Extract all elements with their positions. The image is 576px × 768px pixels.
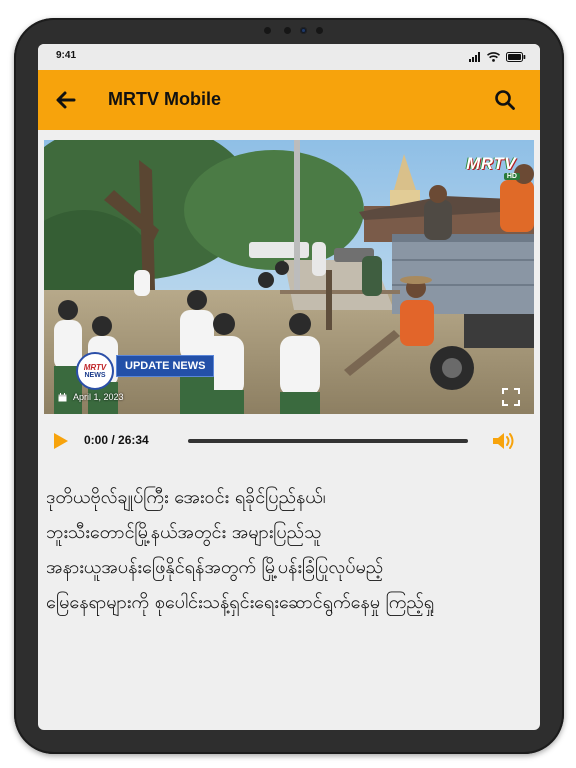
search-button[interactable] — [492, 87, 518, 113]
app-title: MRTV Mobile — [108, 89, 221, 109]
play-icon — [54, 433, 68, 449]
play-button[interactable] — [52, 432, 70, 450]
cellular-signal-icon — [469, 52, 480, 62]
video-date-text: April 1, 2023 — [73, 392, 124, 402]
back-button[interactable] — [52, 86, 80, 114]
battery-icon — [506, 52, 526, 62]
player-controls: 0:00 / 26:34 — [38, 424, 540, 458]
article-body: ဒုတိယဗိုလ်ချုပ်ကြီး အေးဝင်း ရခိုင်ပြည်နယ… — [46, 480, 532, 620]
tablet-frame: 9:41 MRTV Mobile MRTV HD MRTV NEWS UPDAT… — [14, 18, 564, 754]
volume-button[interactable] — [492, 431, 518, 451]
news-badge: MRTV NEWS — [76, 352, 114, 390]
playback-time: 0:00 / 26:34 — [84, 433, 149, 447]
seek-bar[interactable] — [188, 439, 468, 443]
app-screen: 9:41 MRTV Mobile MRTV HD MRTV NEWS UPDAT… — [38, 44, 540, 730]
status-icons — [469, 51, 526, 63]
article-line: အနားယူအပန်းဖြေနိုင်ရန်အတွက် မြို့ပန်းခြံ… — [46, 557, 384, 578]
arrow-left-icon — [56, 91, 76, 109]
status-time: 9:41 — [56, 50, 77, 61]
front-camera — [264, 27, 340, 35]
wifi-icon — [487, 52, 500, 62]
fullscreen-icon — [502, 388, 520, 406]
news-badge-line2: NEWS — [84, 371, 106, 379]
fullscreen-button[interactable] — [502, 388, 520, 406]
article-line: ဘူးသီးတောင်မြို့နယ်အတွင်း အများပြည်သူ — [46, 522, 322, 543]
channel-logo: MRTV — [466, 154, 516, 173]
channel-logo-hd: HD — [503, 173, 520, 180]
video-player-frame[interactable]: MRTV HD MRTV NEWS UPDATE NEWS April 1, 2… — [44, 140, 534, 414]
article-line: ဒုတိယဗိုလ်ချုပ်ကြီး အေးဝင်း ရခိုင်ပြည်နယ… — [46, 487, 326, 508]
status-bar: 9:41 — [38, 44, 540, 70]
video-date: April 1, 2023 — [58, 392, 124, 402]
search-icon — [495, 90, 515, 110]
app-header: MRTV Mobile — [38, 70, 540, 130]
news-badge-line1: MRTV — [83, 362, 107, 372]
update-news-label: UPDATE NEWS — [116, 355, 215, 377]
article-line: မြေနေရာများကို စုပေါင်းသန့်ရှင်းရေးဆောင်… — [46, 592, 435, 613]
volume-icon — [493, 433, 514, 449]
calendar-icon — [58, 392, 67, 401]
